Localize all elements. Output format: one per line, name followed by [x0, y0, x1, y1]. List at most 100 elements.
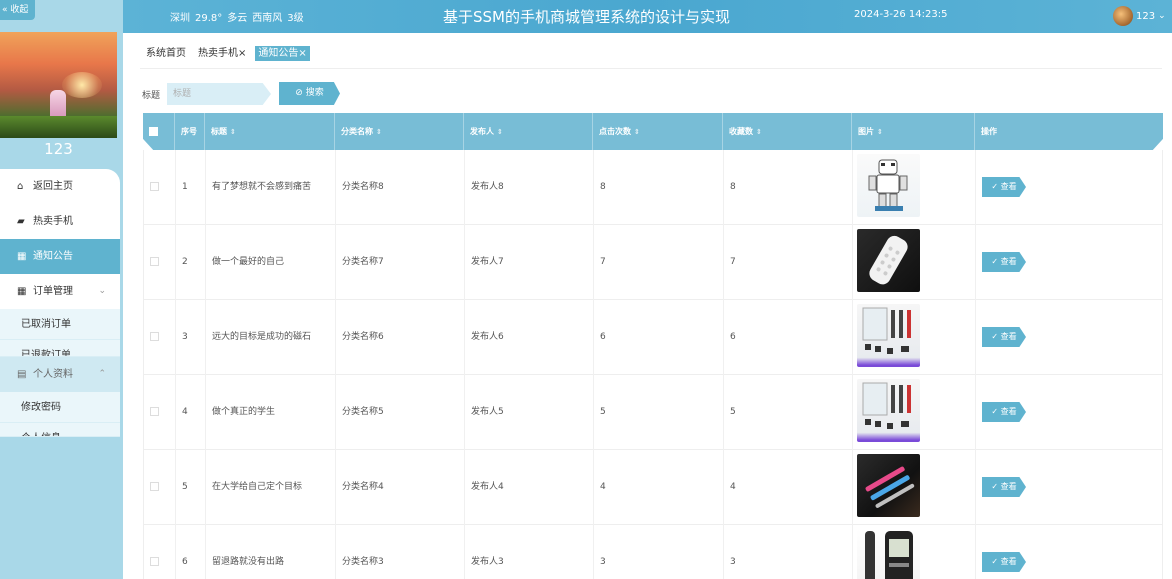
header-username[interactable]: 123 [1136, 11, 1155, 22]
search-input[interactable] [167, 83, 271, 105]
tab-hot-phones[interactable]: 热卖手机× [195, 46, 249, 61]
weather-info: 深圳 29.8° 多云 西南风 3级 [170, 13, 304, 24]
view-button[interactable]: ✓ 查看 [982, 552, 1026, 572]
cell-clicks: 8 [594, 150, 724, 225]
collapse-sidebar-button[interactable]: « 收起 [0, 0, 35, 20]
chevron-down-icon: ⌄ [98, 286, 106, 296]
cell-clicks: 6 [594, 300, 724, 375]
row-checkbox[interactable] [150, 482, 159, 491]
notice-table: 序号 标题 ⇕ 分类名称 ⇕ 发布人 ⇕ 点击次数 ⇕ 收藏数 ⇕ 图片 ⇕ 操作 1 有了… [143, 113, 1163, 579]
header-category[interactable]: 分类名称 ⇕ [335, 113, 464, 150]
sort-icon[interactable]: ⇕ [877, 128, 883, 136]
cell-category: 分类名称7 [336, 225, 465, 300]
profile-banner-image [0, 32, 117, 138]
cell-title: 做一个最好的自己 [206, 225, 336, 300]
home-icon: ⌂ [17, 181, 24, 192]
chevron-down-icon[interactable]: ⌄ [1158, 11, 1166, 21]
view-button[interactable]: ✓ 查看 [982, 252, 1026, 272]
cell-publisher: 发布人7 [465, 225, 594, 300]
product-thumbnail[interactable] [857, 229, 920, 292]
header-image[interactable]: 图片 ⇕ [852, 113, 975, 150]
sidebar-subitem-change-password[interactable]: 修改密码 [0, 392, 120, 423]
sort-icon[interactable]: ⇕ [376, 128, 382, 136]
top-header: 深圳 29.8° 多云 西南风 3级 基于SSM的手机商城管理系统的设计与实现 2024… [123, 0, 1172, 33]
sidebar-subitem-personal-info[interactable]: 个人信息 [0, 423, 120, 437]
sort-icon[interactable]: ⇕ [634, 128, 640, 136]
product-thumbnail[interactable] [857, 154, 920, 217]
row-checkbox[interactable] [150, 257, 159, 266]
cell-no: 2 [176, 225, 206, 300]
cell-category: 分类名称6 [336, 300, 465, 375]
cell-category: 分类名称8 [336, 150, 465, 225]
cell-no: 5 [176, 450, 206, 525]
table-row: 6 留退路就没有出路 分类名称3 发布人3 3 3 ✓ 查看 [143, 525, 1163, 579]
table-row: 2 做一个最好的自己 分类名称7 发布人7 7 7 ✓ 查看 [143, 225, 1163, 300]
product-thumbnail[interactable] [857, 454, 920, 517]
sidebar-subitem-cancelled-orders[interactable]: 已取消订单 [0, 309, 120, 340]
cell-title: 做个真正的学生 [206, 375, 336, 450]
cell-no: 6 [176, 525, 206, 579]
sidebar-item-hot-phones[interactable]: ▰ 热卖手机 [0, 204, 120, 239]
view-button[interactable]: ✓ 查看 [982, 327, 1026, 347]
user-menu[interactable]: 123 ⌄ [1113, 6, 1166, 26]
row-checkbox[interactable] [150, 332, 159, 341]
sort-icon[interactable]: ⇕ [497, 128, 503, 136]
sidebar-menu: ⌂ 返回主页 ▰ 热卖手机 ▦ 通知公告 ▦ 订单管理 ⌄ 已取消订单 已退款订单 ▤ 个… [0, 169, 120, 437]
cell-publisher: 发布人4 [465, 450, 594, 525]
breadcrumb-tabs: 系统首页 热卖手机× 通知公告× [143, 46, 316, 62]
cell-no: 3 [176, 300, 206, 375]
sidebar-item-home[interactable]: ⌂ 返回主页 [0, 169, 120, 204]
header-action: 操作 [981, 127, 997, 136]
view-button[interactable]: ✓ 查看 [982, 177, 1026, 197]
cell-title: 远大的目标是成功的磁石 [206, 300, 336, 375]
sidebar: « 收起 123 ⌂ 返回主页 ▰ 热卖手机 ▦ 通知公告 ▦ 订单管理 ⌄ 已取消订单… [0, 0, 123, 579]
sidebar-subitem-refunded-orders[interactable]: 已退款订单 [0, 340, 120, 357]
select-all-cell [143, 113, 175, 150]
table-row: 1 有了梦想就不会感到痛苦 分类名称8 发布人8 8 8 ✓ 查看 [143, 150, 1163, 225]
cell-publisher: 发布人5 [465, 375, 594, 450]
cell-favorites: 8 [724, 150, 853, 225]
header-title[interactable]: 标题 ⇕ [205, 113, 335, 150]
cell-favorites: 7 [724, 225, 853, 300]
cell-clicks: 7 [594, 225, 724, 300]
site-title: 基于SSM的手机商城管理系统的设计与实现 [443, 8, 730, 26]
cell-no: 1 [176, 150, 206, 225]
view-button[interactable]: ✓ 查看 [982, 402, 1026, 422]
table-header: 序号 标题 ⇕ 分类名称 ⇕ 发布人 ⇕ 点击次数 ⇕ 收藏数 ⇕ 图片 ⇕ 操作 [143, 113, 1163, 150]
tab-notices[interactable]: 通知公告× [255, 46, 310, 61]
calendar-icon: ▤ [17, 369, 27, 380]
cell-category: 分类名称5 [336, 375, 465, 450]
apps-icon: ▦ [17, 286, 27, 297]
avatar[interactable] [1113, 6, 1133, 26]
cell-title: 在大学给自己定个目标 [206, 450, 336, 525]
header-clicks[interactable]: 点击次数 ⇕ [593, 113, 723, 150]
sidebar-item-profile[interactable]: ▤ 个人资料 ⌃ [0, 357, 120, 392]
sidebar-item-notices[interactable]: ▦ 通知公告 [0, 239, 120, 274]
bag-icon: ▰ [17, 216, 25, 227]
header-favorites[interactable]: 收藏数 ⇕ [723, 113, 852, 150]
sort-icon[interactable]: ⇕ [756, 128, 762, 136]
cell-publisher: 发布人6 [465, 300, 594, 375]
tab-home[interactable]: 系统首页 [143, 46, 189, 61]
cell-publisher: 发布人8 [465, 150, 594, 225]
view-button[interactable]: ✓ 查看 [982, 477, 1026, 497]
select-all-checkbox[interactable] [149, 127, 158, 136]
header-no: 序号 [175, 113, 205, 150]
cell-clicks: 5 [594, 375, 724, 450]
sort-icon[interactable]: ⇕ [230, 128, 236, 136]
product-thumbnail[interactable] [857, 304, 920, 367]
cell-favorites: 4 [724, 450, 853, 525]
product-thumbnail[interactable] [857, 529, 920, 579]
divider [140, 68, 1162, 69]
cell-favorites: 3 [724, 525, 853, 579]
product-thumbnail[interactable] [857, 379, 920, 442]
cell-favorites: 6 [724, 300, 853, 375]
row-checkbox[interactable] [150, 557, 159, 566]
header-publisher[interactable]: 发布人 ⇕ [464, 113, 593, 150]
cell-clicks: 4 [594, 450, 724, 525]
row-checkbox[interactable] [150, 182, 159, 191]
sidebar-item-order-management[interactable]: ▦ 订单管理 ⌄ [0, 274, 120, 309]
row-checkbox[interactable] [150, 407, 159, 416]
search-button[interactable]: ⊘ 搜索 [279, 82, 340, 105]
cell-favorites: 5 [724, 375, 853, 450]
